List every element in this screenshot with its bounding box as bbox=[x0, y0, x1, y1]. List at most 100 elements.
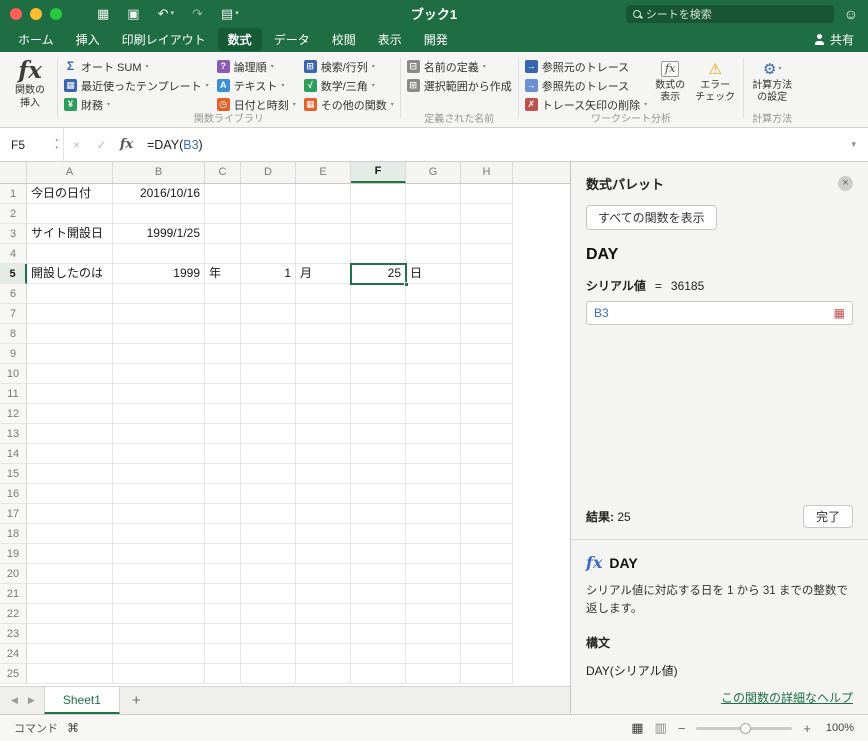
cell-H15[interactable] bbox=[461, 464, 513, 484]
cell-F9[interactable] bbox=[351, 344, 406, 364]
tab-表示[interactable]: 表示 bbox=[368, 28, 412, 51]
name-box-stepper[interactable]: ▴ ▾ bbox=[55, 136, 58, 152]
apps-icon[interactable]: ▦ bbox=[97, 0, 109, 27]
cell-E13[interactable] bbox=[296, 424, 351, 444]
row-header-21[interactable]: 21 bbox=[0, 584, 27, 604]
cell-C3[interactable] bbox=[205, 224, 241, 244]
cell-H12[interactable] bbox=[461, 404, 513, 424]
cell-G4[interactable] bbox=[406, 244, 461, 264]
row-header-6[interactable]: 6 bbox=[0, 284, 27, 304]
cell-A19[interactable] bbox=[27, 544, 113, 564]
insert-function-button[interactable]: fx 関数の 挿入 bbox=[6, 57, 54, 126]
cell-D22[interactable] bbox=[241, 604, 296, 624]
tab-印刷レイアウト[interactable]: 印刷レイアウト bbox=[112, 28, 216, 51]
cell-A13[interactable] bbox=[27, 424, 113, 444]
cell-C6[interactable] bbox=[205, 284, 241, 304]
insert-function-icon[interactable]: fx bbox=[114, 137, 139, 152]
cell-G17[interactable] bbox=[406, 504, 461, 524]
cell-B25[interactable] bbox=[113, 664, 205, 684]
cell-F6[interactable] bbox=[351, 284, 406, 304]
zoom-in-button[interactable]: + bbox=[803, 721, 811, 736]
row-header-13[interactable]: 13 bbox=[0, 424, 27, 444]
cell-H17[interactable] bbox=[461, 504, 513, 524]
cell-A14[interactable] bbox=[27, 444, 113, 464]
cell-D16[interactable] bbox=[241, 484, 296, 504]
row-header-22[interactable]: 22 bbox=[0, 604, 27, 624]
cell-H5[interactable] bbox=[461, 264, 513, 284]
close-window-button[interactable] bbox=[10, 7, 22, 20]
cell-E25[interactable] bbox=[296, 664, 351, 684]
cell-D8[interactable] bbox=[241, 324, 296, 344]
cell-D11[interactable] bbox=[241, 384, 296, 404]
cell-E24[interactable] bbox=[296, 644, 351, 664]
error-checking-button[interactable]: ⚠ エラー チェック bbox=[690, 57, 740, 104]
cell-E6[interactable] bbox=[296, 284, 351, 304]
cell-B4[interactable] bbox=[113, 244, 205, 264]
cell-F22[interactable] bbox=[351, 604, 406, 624]
cell-A22[interactable] bbox=[27, 604, 113, 624]
cell-B9[interactable] bbox=[113, 344, 205, 364]
cell-G22[interactable] bbox=[406, 604, 461, 624]
cell-C14[interactable] bbox=[205, 444, 241, 464]
cell-C24[interactable] bbox=[205, 644, 241, 664]
cell-B6[interactable] bbox=[113, 284, 205, 304]
row-header-17[interactable]: 17 bbox=[0, 504, 27, 524]
cell-D1[interactable] bbox=[241, 184, 296, 204]
cell-E8[interactable] bbox=[296, 324, 351, 344]
cell-G11[interactable] bbox=[406, 384, 461, 404]
cell-B1[interactable]: 2016/10/16 bbox=[113, 184, 205, 204]
select-all-corner[interactable] bbox=[0, 162, 27, 183]
add-sheet-button[interactable]: + bbox=[120, 692, 153, 709]
cell-F1[interactable] bbox=[351, 184, 406, 204]
cell-G2[interactable] bbox=[406, 204, 461, 224]
cell-G25[interactable] bbox=[406, 664, 461, 684]
cell-D3[interactable] bbox=[241, 224, 296, 244]
undo-icon[interactable]: ↶ ▾ bbox=[158, 0, 174, 27]
cell-A24[interactable] bbox=[27, 644, 113, 664]
row-header-8[interactable]: 8 bbox=[0, 324, 27, 344]
cell-F17[interactable] bbox=[351, 504, 406, 524]
cell-H19[interactable] bbox=[461, 544, 513, 564]
column-header-C[interactable]: C bbox=[205, 162, 241, 183]
cell-A11[interactable] bbox=[27, 384, 113, 404]
row-header-12[interactable]: 12 bbox=[0, 404, 27, 424]
row-header-15[interactable]: 15 bbox=[0, 464, 27, 484]
create-from-selection-button[interactable]: ⊞ 選択範囲から作成 bbox=[404, 76, 515, 95]
feedback-smiley-icon[interactable]: ☺ bbox=[844, 6, 858, 22]
lookup-reference-button[interactable]: ⊞ 検索/行列 ▾ bbox=[301, 57, 397, 76]
cell-G16[interactable] bbox=[406, 484, 461, 504]
cell-H13[interactable] bbox=[461, 424, 513, 444]
row-header-11[interactable]: 11 bbox=[0, 384, 27, 404]
cell-B14[interactable] bbox=[113, 444, 205, 464]
cell-G12[interactable] bbox=[406, 404, 461, 424]
cell-E5[interactable]: 月 bbox=[296, 264, 351, 284]
cell-A1[interactable]: 今日の日付 bbox=[27, 184, 113, 204]
cell-B23[interactable] bbox=[113, 624, 205, 644]
command-icon[interactable]: ⌘ bbox=[67, 721, 79, 735]
cell-C9[interactable] bbox=[205, 344, 241, 364]
math-trig-button[interactable]: √ 数学/三角 ▾ bbox=[301, 76, 397, 95]
cell-A16[interactable] bbox=[27, 484, 113, 504]
cell-H14[interactable] bbox=[461, 444, 513, 464]
row-header-24[interactable]: 24 bbox=[0, 644, 27, 664]
cell-C16[interactable] bbox=[205, 484, 241, 504]
cell-G24[interactable] bbox=[406, 644, 461, 664]
cell-G8[interactable] bbox=[406, 324, 461, 344]
cell-A23[interactable] bbox=[27, 624, 113, 644]
cell-G21[interactable] bbox=[406, 584, 461, 604]
row-header-4[interactable]: 4 bbox=[0, 244, 27, 264]
cell-E11[interactable] bbox=[296, 384, 351, 404]
cell-H1[interactable] bbox=[461, 184, 513, 204]
cell-G14[interactable] bbox=[406, 444, 461, 464]
zoom-slider-knob[interactable] bbox=[740, 722, 752, 734]
cell-F25[interactable] bbox=[351, 664, 406, 684]
cell-C17[interactable] bbox=[205, 504, 241, 524]
print-dropdown-icon[interactable]: ▾ bbox=[235, 0, 239, 27]
cell-H9[interactable] bbox=[461, 344, 513, 364]
row-header-1[interactable]: 1 bbox=[0, 184, 27, 204]
argument-input[interactable]: B3 ▦ bbox=[586, 301, 853, 325]
cell-F10[interactable] bbox=[351, 364, 406, 384]
cell-B5[interactable]: 1999 bbox=[113, 264, 205, 284]
cell-B22[interactable] bbox=[113, 604, 205, 624]
column-header-G[interactable]: G bbox=[406, 162, 461, 183]
